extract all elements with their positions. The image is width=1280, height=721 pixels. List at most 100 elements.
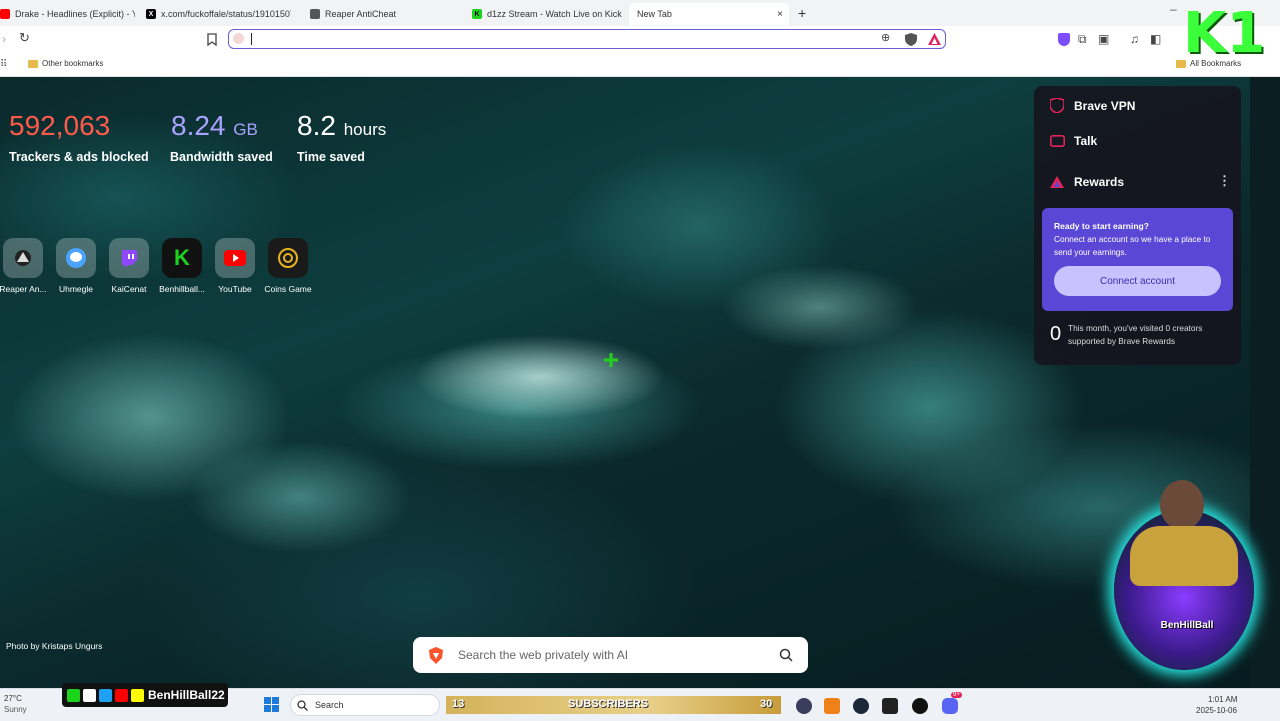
youtube-icon — [0, 9, 10, 19]
taskbar: 27°C Sunny BenHillBall22 Search 13 SUBSC… — [0, 683, 1280, 721]
shortcut-kaicenat[interactable]: KaiCenat — [102, 238, 156, 294]
subscriber-goal-bar: 13 SUBSCRIBERS 30 — [446, 696, 781, 714]
obs-icon[interactable] — [796, 698, 812, 714]
more-options-icon[interactable]: ⋮ — [1218, 173, 1231, 189]
trackers-count: 592,063 — [9, 110, 111, 141]
rewards-label: Rewards — [1074, 175, 1125, 189]
app-icon[interactable] — [824, 698, 840, 714]
close-icon[interactable]: × — [777, 9, 783, 20]
new-tab-button[interactable]: + — [798, 5, 806, 21]
folder-label: Other bookmarks — [42, 59, 104, 68]
rewards-item[interactable]: Rewards — [1050, 175, 1124, 189]
search-icon — [297, 699, 308, 711]
brave-vpn-icon[interactable] — [1058, 33, 1070, 46]
time-unit: hours — [343, 120, 387, 139]
brave-rewards-icon[interactable] — [928, 33, 941, 45]
tab-label: Drake - Headlines (Explicit) - YouTube — [15, 9, 135, 19]
visited-text: This month, you've visited 0 creators su… — [1068, 323, 1203, 346]
brave-vpn-item[interactable]: Brave VPN — [1050, 98, 1135, 113]
subscriber-goal: 30 — [760, 698, 773, 710]
shortcut-label: KaiCenat — [111, 284, 147, 294]
other-bookmarks-folder[interactable]: Other bookmarks — [28, 59, 103, 68]
tab-label: x.com/fuckoffale/status/1910150742 — [161, 9, 291, 19]
streamer-avatar-overlay: BenHillBall — [1110, 470, 1258, 690]
shortcut-coins-game[interactable]: Coins Game — [261, 238, 315, 294]
reaper-icon — [3, 238, 43, 278]
tab-label: New Tab — [637, 9, 672, 19]
apps-icon[interactable]: ⠿ — [0, 59, 7, 70]
zoom-icon[interactable]: ⊕ — [881, 31, 890, 44]
youtube-icon — [115, 688, 128, 702]
tab-reaper[interactable]: Reaper AntiCheat — [310, 3, 460, 25]
rewards-triangle-icon — [1050, 176, 1064, 188]
avatar-name: BenHillBall — [1160, 620, 1214, 631]
shortcut-label: Benhillball... — [159, 284, 205, 294]
reaper-icon — [310, 9, 320, 19]
twitch-icon — [109, 238, 149, 278]
tab-x[interactable]: X x.com/fuckoffale/status/1910150742 — [146, 3, 291, 25]
youtube-icon — [215, 238, 255, 278]
tab-strip: Drake - Headlines (Explicit) - YouTube X… — [0, 0, 1280, 26]
visited-count: 0 — [1050, 323, 1062, 345]
clock-date: 2025-10-06 — [1196, 706, 1237, 715]
taskbar-search[interactable]: Search — [290, 694, 440, 716]
minimize-icon[interactable]: – — [1170, 2, 1177, 16]
earning-prompt: Ready to start earning? Connect an accou… — [1042, 208, 1233, 311]
time-stat: 8.2 hours — [297, 110, 386, 142]
bandwidth-label: Bandwidth saved — [170, 150, 273, 164]
shortcut-label: Coins Game — [264, 284, 312, 294]
tiktok-icon — [83, 688, 96, 702]
tab-youtube[interactable]: Drake - Headlines (Explicit) - YouTube — [0, 3, 135, 25]
talk-item[interactable]: Talk — [1050, 134, 1097, 148]
extensions-icon[interactable]: ⧉ — [1078, 32, 1087, 47]
bookmarks-bar: ⠿ Other bookmarks All Bookmarks — [0, 54, 1280, 77]
chat-bubble-icon — [56, 238, 96, 278]
avatar-head — [1160, 480, 1204, 530]
shortcut-label: YouTube — [218, 284, 252, 294]
brave-shields-icon[interactable] — [905, 33, 917, 46]
reload-icon[interactable]: ↻ — [19, 30, 30, 46]
weather-temp: 27°C — [4, 694, 22, 703]
tab-new-tab[interactable]: New Tab × — [629, 3, 789, 25]
discord-icon[interactable] — [942, 698, 958, 714]
kick-icon: K — [162, 238, 202, 278]
earn-title: Ready to start earning? — [1054, 221, 1149, 231]
clock-time: 1:01 AM — [1208, 695, 1238, 704]
bandwidth-stat: 8.24 GB — [171, 110, 258, 142]
windows-start-icon[interactable] — [264, 697, 279, 712]
brave-search-box[interactable]: Search the web privately with AI — [413, 637, 808, 673]
coins-icon — [268, 238, 308, 278]
forward-icon[interactable]: › — [2, 32, 6, 46]
photo-credit: Photo by Kristaps Ungurs — [6, 641, 103, 651]
site-info-icon[interactable] — [233, 33, 244, 44]
game-icon[interactable] — [882, 698, 898, 714]
tab-label: Reaper AntiCheat — [325, 9, 397, 19]
trackers-label: Trackers & ads blocked — [9, 150, 149, 164]
wallet-icon[interactable]: ▣ — [1098, 32, 1109, 46]
shortcut-label: Reaper An... — [0, 284, 47, 294]
shortcut-label: Uhmegle — [58, 284, 94, 294]
talk-label: Talk — [1074, 134, 1098, 148]
epic-icon[interactable] — [912, 698, 928, 714]
time-label: Time saved — [297, 150, 365, 164]
search-icon[interactable] — [779, 648, 793, 662]
steam-icon[interactable] — [853, 698, 869, 714]
folder-icon — [28, 59, 38, 68]
twitter-icon — [99, 688, 112, 702]
music-icon[interactable]: ♫ — [1130, 32, 1139, 46]
shortcut-uhmegle[interactable]: Uhmegle — [49, 238, 103, 294]
address-bar[interactable]: ⊕ — [228, 29, 946, 49]
shortcut-youtube[interactable]: YouTube — [208, 238, 262, 294]
shortcut-reaper[interactable]: Reaper An... — [0, 238, 50, 294]
connect-account-button[interactable]: Connect account — [1054, 266, 1221, 296]
taskbar-search-label: Search — [315, 700, 344, 710]
bookmark-icon[interactable] — [207, 33, 217, 46]
subscriber-count: 13 — [452, 698, 465, 710]
shortcut-benhillball[interactable]: K Benhillball... — [155, 238, 209, 294]
earn-text: Connect an account so we have a place to… — [1054, 234, 1211, 257]
search-placeholder: Search the web privately with AI — [458, 648, 629, 662]
kick-icon: K — [472, 9, 482, 19]
tab-kick[interactable]: K d1zz Stream - Watch Live on Kick — [472, 3, 622, 25]
channel-logo-overlay: K1 — [1183, 1, 1266, 66]
sidebar-icon[interactable]: ◧ — [1150, 32, 1161, 46]
